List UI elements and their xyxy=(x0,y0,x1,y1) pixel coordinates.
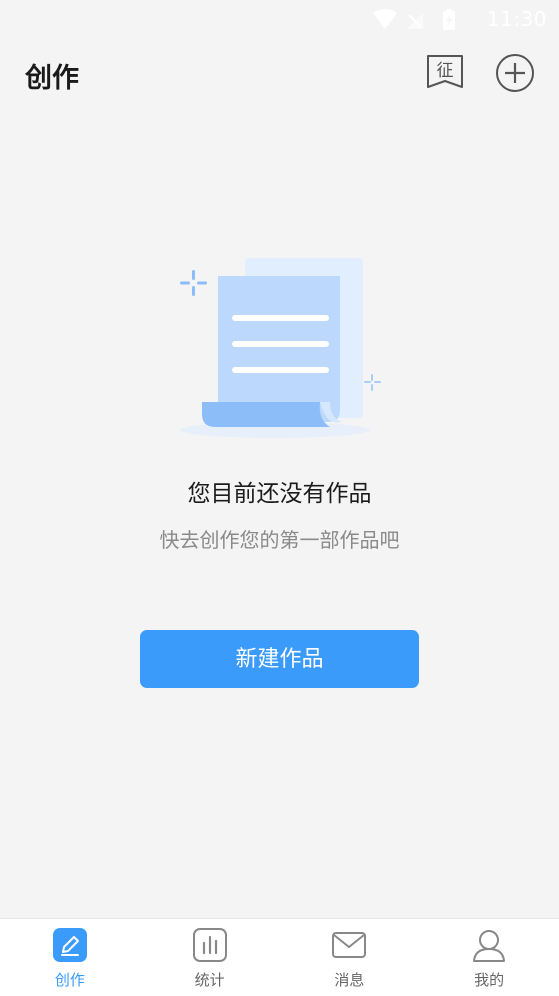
tab-label: 消息 xyxy=(334,971,365,989)
sparkle-small-icon xyxy=(364,374,381,391)
empty-state-subtitle: 快去创作您的第一部作品吧 xyxy=(159,528,400,552)
tab-label: 创作 xyxy=(54,971,85,989)
empty-state-title: 您目前还没有作品 xyxy=(187,481,372,507)
envelope-icon xyxy=(332,932,367,958)
user-icon xyxy=(473,930,506,962)
empty-document-illustration xyxy=(180,258,381,438)
plus-circle-icon xyxy=(496,54,534,92)
bottom-tab-bar: 创作 统计 消息 我的 xyxy=(0,918,559,996)
contest-flag-icon: 征 xyxy=(427,55,463,88)
sparkle-icon xyxy=(180,270,207,296)
signal-icon xyxy=(407,13,423,29)
svg-text:征: 征 xyxy=(437,61,454,81)
status-time: 11:30 xyxy=(486,7,547,31)
tab-messages[interactable]: 消息 xyxy=(280,919,420,996)
page-title: 创作 xyxy=(25,63,79,94)
wifi-icon xyxy=(373,9,397,29)
tab-me[interactable]: 我的 xyxy=(419,919,559,996)
tab-create[interactable]: 创作 xyxy=(0,919,140,996)
contest-button[interactable]: 征 xyxy=(425,53,465,93)
status-icons xyxy=(373,9,455,30)
add-button[interactable] xyxy=(495,53,535,93)
tab-label: 我的 xyxy=(474,971,505,989)
tab-label: 统计 xyxy=(194,971,225,989)
tab-stats[interactable]: 统计 xyxy=(140,919,280,996)
new-work-button[interactable]: 新建作品 xyxy=(140,630,419,688)
pen-icon xyxy=(52,928,87,962)
battery-icon xyxy=(443,9,455,30)
status-bar: 11:30 xyxy=(0,0,559,38)
bar-chart-icon xyxy=(192,928,227,962)
app-header: 创作 征 xyxy=(0,38,559,108)
